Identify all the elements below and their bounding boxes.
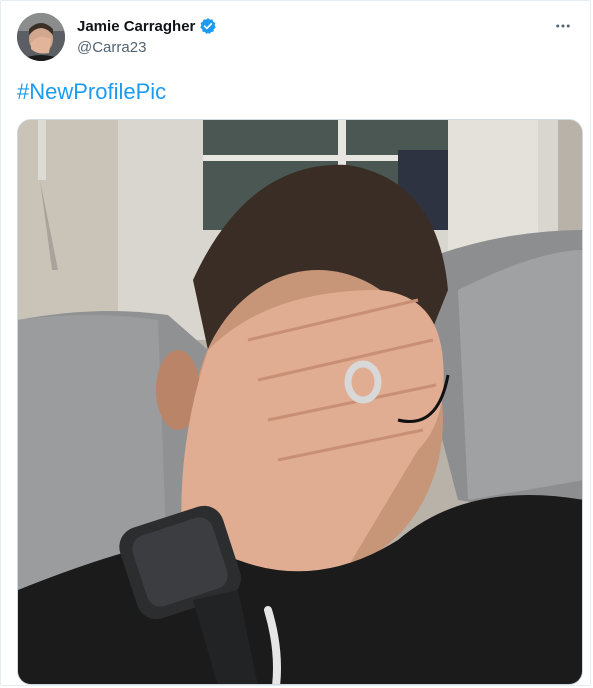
hashtag-link[interactable]: #NewProfilePic: [17, 79, 166, 105]
tweet-photo[interactable]: [17, 119, 583, 685]
avatar[interactable]: [17, 13, 65, 61]
tweet-card[interactable]: Jamie Carragher @Carra23 #NewProfilePic: [0, 0, 591, 686]
avatar-image: [17, 13, 65, 61]
author-name[interactable]: Jamie Carragher: [77, 18, 195, 35]
verified-badge-icon: [199, 17, 217, 35]
author-name-row: Jamie Carragher: [77, 17, 217, 35]
more-horizontal-icon[interactable]: [548, 11, 578, 41]
photo-illustration: [18, 120, 582, 684]
author-handle[interactable]: @Carra23: [77, 39, 146, 56]
